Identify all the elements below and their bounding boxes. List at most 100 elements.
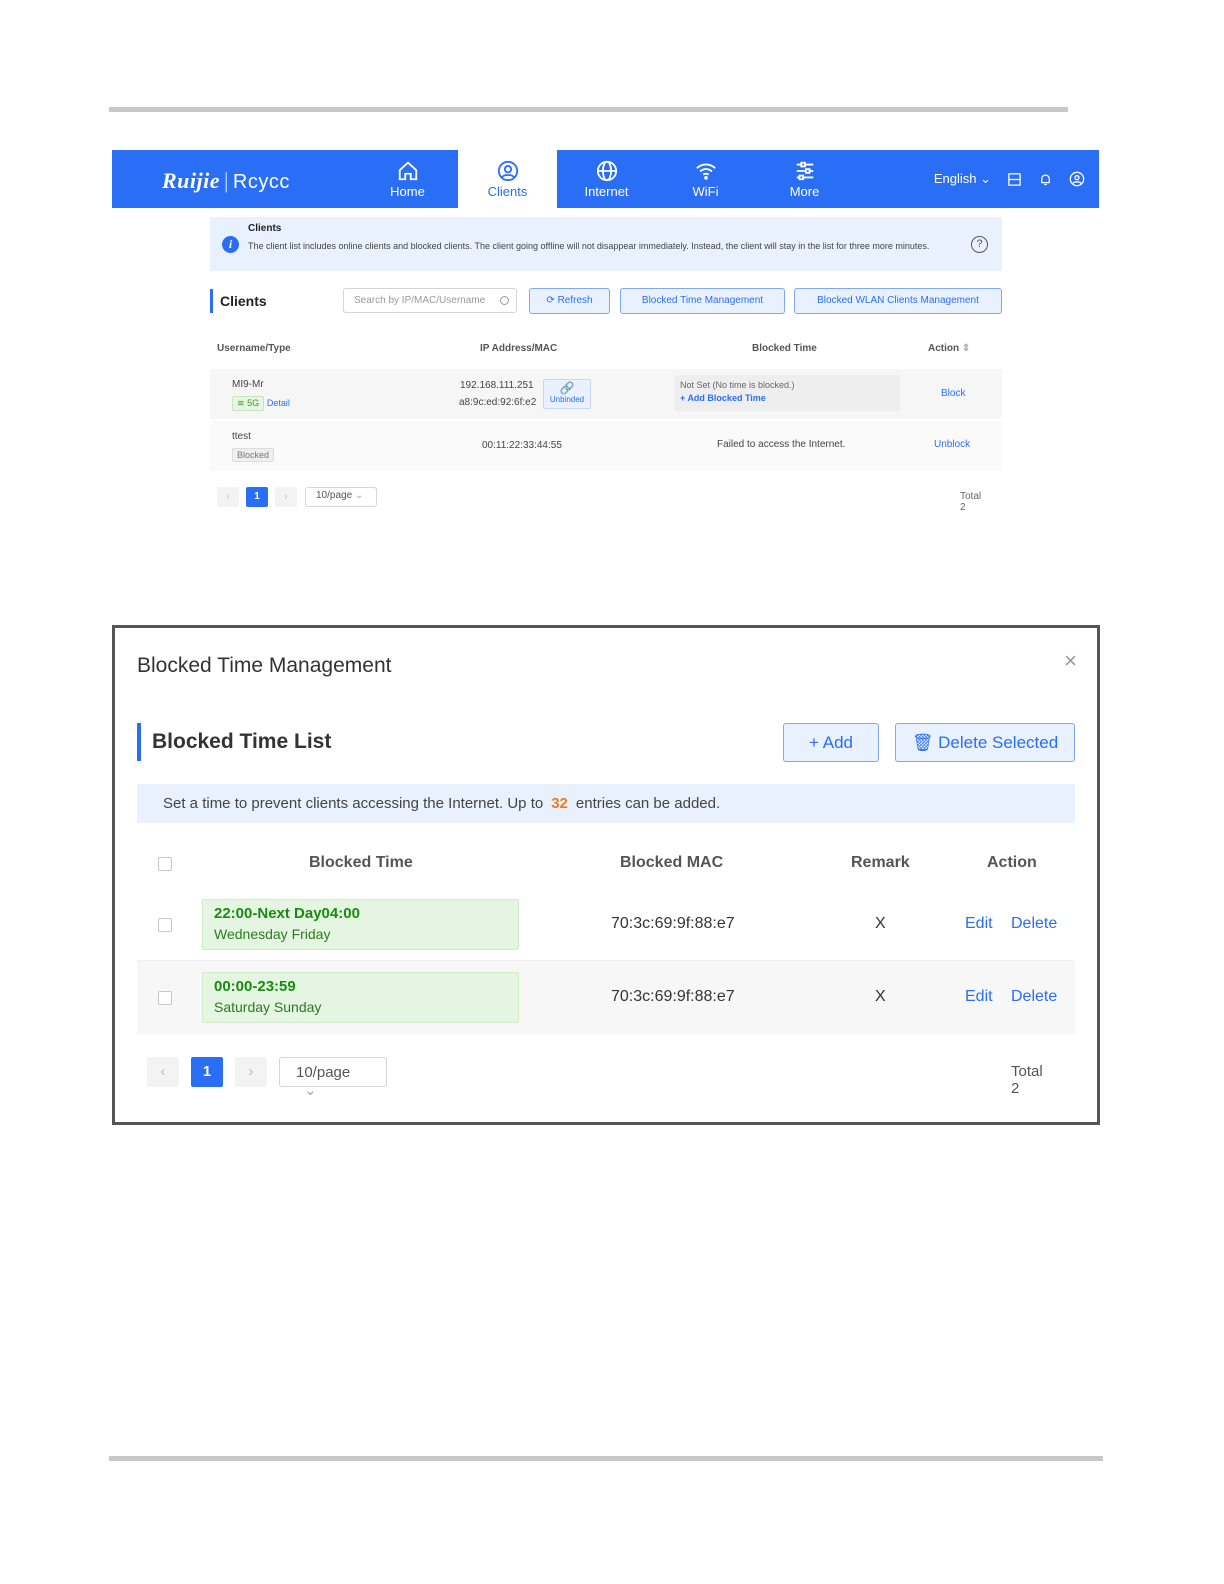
blocked-time-info-banner: Set a time to prevent clients accessing … bbox=[137, 784, 1075, 823]
blocked-time-status: Not Set (No time is blocked.) bbox=[680, 380, 795, 390]
block-button[interactable]: Block bbox=[941, 388, 965, 399]
tab-home-label: Home bbox=[390, 184, 425, 199]
column-header-username: Username/Type bbox=[217, 343, 291, 354]
detail-link[interactable]: Detail bbox=[267, 398, 290, 408]
trash-icon: 🗑 bbox=[911, 733, 934, 752]
chevron-down-icon: ⌄ bbox=[980, 171, 991, 186]
row-checkbox[interactable] bbox=[158, 918, 172, 932]
sliders-icon bbox=[796, 161, 813, 181]
add-button[interactable]: + Add bbox=[783, 723, 879, 762]
globe-icon bbox=[596, 160, 617, 182]
table-row: 00:00-23:59 Saturday Sunday 70:3c:69:9f:… bbox=[137, 961, 1075, 1034]
column-header-action: Action bbox=[987, 854, 1037, 871]
next-page-button[interactable]: › bbox=[275, 487, 297, 507]
table-row: ttest Blocked 00:11:22:33:44:55 Failed t… bbox=[210, 421, 1002, 471]
blocked-time-list-title: Blocked Time List bbox=[137, 723, 331, 761]
delete-button[interactable]: Delete bbox=[1011, 988, 1057, 1006]
blocked-time-status: Failed to access the Internet. bbox=[717, 439, 846, 450]
search-icon bbox=[500, 296, 509, 305]
column-header-action[interactable]: Action ⇕ bbox=[928, 343, 970, 354]
tab-more[interactable]: More bbox=[755, 150, 854, 208]
blocked-time-cell: Not Set (No time is blocked.) + Add Bloc… bbox=[675, 375, 900, 411]
column-header-blocked-mac: Blocked MAC bbox=[620, 854, 724, 871]
wifi-icon bbox=[695, 163, 716, 180]
top-rule bbox=[109, 107, 1068, 112]
delete-button[interactable]: Delete bbox=[1011, 915, 1057, 933]
refresh-button[interactable]: ⟳ Refresh bbox=[529, 288, 610, 314]
scan-icon[interactable] bbox=[1007, 172, 1022, 187]
tab-internet-label: Internet bbox=[584, 184, 629, 199]
select-all-checkbox[interactable] bbox=[158, 857, 172, 871]
client-mac: 00:11:22:33:44:55 bbox=[482, 440, 562, 451]
info-text-after: entries can be added. bbox=[575, 795, 721, 812]
delete-selected-button[interactable]: 🗑 Delete Selected bbox=[895, 723, 1075, 762]
row-checkbox[interactable] bbox=[158, 991, 172, 1005]
tab-wifi-label: WiFi bbox=[692, 184, 719, 199]
blocked-time-range: 00:00-23:59 bbox=[214, 978, 296, 995]
language-label: English bbox=[933, 171, 977, 186]
total-count: Total 2 bbox=[960, 491, 982, 513]
client-status: Blocked bbox=[232, 448, 275, 462]
unblock-button[interactable]: Unblock bbox=[934, 439, 970, 450]
tab-home[interactable]: Home bbox=[358, 150, 457, 208]
client-ip: 192.168.111.251 bbox=[460, 380, 534, 391]
next-page-button[interactable]: › bbox=[235, 1057, 267, 1087]
client-name: MI9-Mr bbox=[232, 379, 264, 390]
search-placeholder: Search by IP/MAC/Username bbox=[354, 295, 486, 306]
max-entries-count: 32 bbox=[551, 795, 568, 812]
blocked-days: Saturday Sunday bbox=[214, 999, 322, 1015]
search-input[interactable]: Search by IP/MAC/Username bbox=[343, 288, 517, 313]
band-label: 5G bbox=[247, 398, 260, 408]
table-row: MI9-Mr ≋ 5G Detail 192.168.111.251 a8:9c… bbox=[210, 369, 1002, 419]
info-text-before: Set a time to prevent clients accessing … bbox=[163, 795, 544, 812]
edit-button[interactable]: Edit bbox=[965, 988, 993, 1006]
brand-sub-logo: Rcycc bbox=[232, 171, 290, 193]
prev-page-button[interactable]: ‹ bbox=[147, 1057, 179, 1087]
action-header-label: Action bbox=[928, 343, 960, 354]
tab-more-label: More bbox=[789, 184, 820, 199]
help-icon[interactable]: ? bbox=[971, 236, 988, 253]
tab-clients[interactable]: Clients bbox=[458, 150, 557, 208]
page-size-select[interactable]: 10/page ⌄ bbox=[279, 1057, 387, 1099]
client-name: ttest bbox=[232, 431, 251, 442]
info-text: The client list includes online clients … bbox=[248, 241, 930, 251]
remark: X bbox=[875, 988, 886, 1005]
add-blocked-time-label: Add Blocked Time bbox=[687, 393, 766, 403]
wifi-icon: ≋ bbox=[237, 398, 245, 408]
blocked-mac: 70:3c:69:9f:88:e7 bbox=[611, 988, 735, 1005]
blocked-time-range: 22:00-Next Day04:00 bbox=[214, 905, 360, 922]
blocked-mac: 70:3c:69:9f:88:e7 bbox=[611, 915, 735, 932]
account-icon[interactable] bbox=[1069, 171, 1085, 187]
total-count: Total 2 bbox=[1011, 1063, 1043, 1097]
blocked-wlan-clients-button[interactable]: Blocked WLAN Clients Management bbox=[794, 288, 1002, 314]
page-size-label: 10/page bbox=[296, 1064, 351, 1081]
page-number-current[interactable]: 1 bbox=[246, 487, 268, 507]
column-header-remark: Remark bbox=[851, 854, 910, 871]
blocked-badge: Blocked bbox=[232, 448, 275, 462]
page-number-current[interactable]: 1 bbox=[191, 1057, 223, 1087]
band-badge: ≋ 5G bbox=[232, 396, 265, 411]
edit-button[interactable]: Edit bbox=[965, 915, 993, 933]
brand-logo-text: Ruijie bbox=[162, 168, 221, 193]
language-select[interactable]: English ⌄ bbox=[934, 171, 991, 187]
close-icon[interactable]: × bbox=[1064, 648, 1077, 674]
brand-separator: | bbox=[224, 168, 229, 193]
add-blocked-time-link[interactable]: + Add Blocked Time bbox=[680, 393, 895, 403]
page-size-label: 10/page bbox=[316, 490, 353, 501]
bind-toggle[interactable]: 🔗 Unbinded bbox=[543, 379, 591, 409]
sort-icon: ⇕ bbox=[961, 343, 971, 354]
clients-info-banner: i Clients The client list includes onlin… bbox=[210, 217, 1002, 271]
tab-wifi[interactable]: WiFi bbox=[656, 150, 755, 208]
page-size-select[interactable]: 10/page ⌄ bbox=[305, 487, 377, 507]
info-title: Clients bbox=[248, 223, 282, 234]
client-type: ≋ 5G Detail bbox=[232, 396, 290, 411]
tab-internet[interactable]: Internet bbox=[557, 150, 656, 208]
client-mac: a8:9c:ed:92:6f:e2 bbox=[459, 397, 537, 408]
user-icon bbox=[497, 160, 518, 182]
chevron-down-icon: ⌄ bbox=[354, 490, 364, 501]
info-icon: i bbox=[222, 236, 239, 253]
notification-icon[interactable] bbox=[1038, 172, 1053, 187]
prev-page-button[interactable]: ‹ bbox=[217, 487, 239, 507]
blocked-time-badge: 22:00-Next Day04:00 Wednesday Friday bbox=[202, 899, 519, 950]
blocked-time-management-button[interactable]: Blocked Time Management bbox=[620, 288, 785, 314]
